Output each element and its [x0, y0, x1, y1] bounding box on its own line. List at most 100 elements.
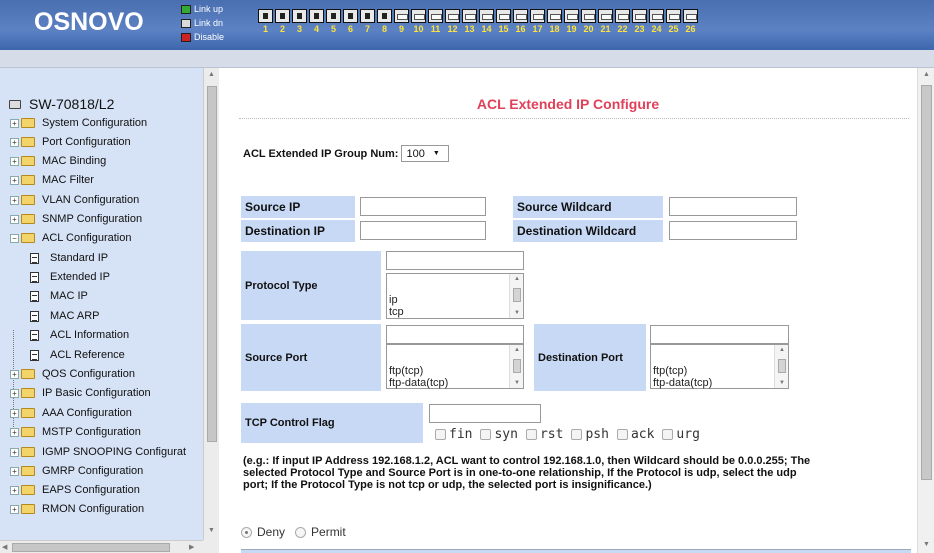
sidebar-item[interactable]: + GMRP Configuration [10, 462, 143, 480]
checkbox[interactable] [571, 429, 583, 440]
scroll-up-icon[interactable]: ▲ [208, 71, 215, 78]
expand-icon[interactable]: + [10, 214, 19, 224]
group-num-select[interactable]: 100 ▼ [401, 145, 450, 162]
checkbox[interactable] [525, 429, 537, 440]
sidebar-item[interactable]: + MSTP Configuration [10, 423, 141, 441]
sidebar-item[interactable]: + MAC Filter [10, 171, 94, 189]
port-19[interactable]: 19 [564, 9, 579, 34]
destination-port-option[interactable]: ftp(tcp) [653, 365, 687, 377]
expand-icon[interactable]: + [10, 369, 19, 379]
expand-icon[interactable]: + [10, 447, 19, 457]
tcp-flag-fin[interactable]: fin [435, 427, 472, 442]
expand-icon[interactable]: + [10, 466, 19, 476]
port-12[interactable]: 12 [445, 9, 460, 34]
protocol-option[interactable]: ip [389, 294, 398, 306]
tcp-flag-syn[interactable]: syn [480, 427, 518, 442]
port-7[interactable]: 7 [360, 9, 375, 34]
sidebar-item[interactable]: − ACL Configuration [10, 229, 131, 247]
destination-port-list-thumb[interactable] [778, 359, 786, 373]
sidebar-item[interactable]: + Port Configuration [10, 133, 131, 151]
source-port-option[interactable]: ftp-data(tcp) [389, 377, 448, 389]
scroll-left-icon[interactable]: ◀ [2, 543, 7, 551]
port-8[interactable]: 8 [377, 9, 392, 34]
destination-ip-input[interactable] [360, 221, 486, 240]
scroll-down-icon[interactable]: ▼ [514, 310, 520, 316]
port-10[interactable]: 10 [411, 9, 426, 34]
port-17[interactable]: 17 [530, 9, 545, 34]
port-24[interactable]: 24 [649, 9, 664, 34]
collapse-icon[interactable]: − [10, 233, 19, 243]
source-port-list[interactable]: ftp(tcp) ftp-data(tcp) ▲ ▼ [386, 344, 524, 389]
sidebar-item[interactable]: Standard IP [30, 249, 108, 267]
expand-icon[interactable]: + [10, 137, 19, 147]
deny-radio[interactable] [241, 526, 252, 538]
protocol-type-input[interactable] [386, 251, 524, 270]
port-23[interactable]: 23 [632, 9, 647, 34]
sidebar-horizontal-scrollbar[interactable]: ◀ ▶ [0, 540, 203, 553]
port-22[interactable]: 22 [615, 9, 630, 34]
port-3[interactable]: 3 [292, 9, 307, 34]
permit-radio-option[interactable]: Permit [295, 525, 346, 539]
destination-port-list-scrollbar[interactable]: ▲ ▼ [774, 345, 788, 388]
port-5[interactable]: 5 [326, 9, 341, 34]
main-vertical-scrollbar[interactable]: ▲ ▼ [917, 68, 934, 553]
port-15[interactable]: 15 [496, 9, 511, 34]
scroll-down-icon[interactable]: ▼ [923, 541, 930, 548]
tcp-flag-ack[interactable]: ack [616, 427, 654, 442]
sidebar-item[interactable]: + IP Basic Configuration [10, 384, 151, 402]
protocol-list-scrollbar[interactable]: ▲ ▼ [509, 274, 523, 318]
source-wildcard-input[interactable] [669, 197, 797, 216]
tcp-flag-input[interactable] [429, 404, 541, 423]
sidebar-item[interactable]: + System Configuration [10, 114, 147, 132]
checkbox[interactable] [662, 429, 674, 440]
port-2[interactable]: 2 [275, 9, 290, 34]
port-14[interactable]: 14 [479, 9, 494, 34]
tcp-flag-rst[interactable]: rst [525, 427, 563, 442]
port-11[interactable]: 11 [428, 9, 443, 34]
source-port-list-scrollbar[interactable]: ▲ ▼ [509, 345, 523, 388]
sidebar-item[interactable]: + IGMP SNOOPING Configurat [10, 443, 186, 461]
source-port-option[interactable]: ftp(tcp) [389, 365, 423, 377]
checkbox[interactable] [435, 429, 446, 440]
sidebar-item[interactable]: + VLAN Configuration [10, 191, 139, 209]
sidebar-item[interactable]: + QOS Configuration [10, 365, 135, 383]
checkbox[interactable] [480, 429, 492, 440]
scroll-up-icon[interactable]: ▲ [779, 347, 785, 353]
expand-icon[interactable]: + [10, 118, 19, 128]
scroll-up-icon[interactable]: ▲ [923, 71, 930, 78]
tcp-flag-psh[interactable]: psh [571, 427, 609, 442]
sidebar-item[interactable]: + EAPS Configuration [10, 481, 140, 499]
sidebar-item[interactable]: + MAC Binding [10, 152, 106, 170]
expand-icon[interactable]: + [10, 427, 19, 437]
sidebar-item[interactable]: MAC IP [30, 287, 88, 305]
destination-wildcard-input[interactable] [669, 221, 797, 240]
port-13[interactable]: 13 [462, 9, 477, 34]
scroll-up-icon[interactable]: ▲ [514, 276, 520, 282]
port-20[interactable]: 20 [581, 9, 596, 34]
sidebar-item[interactable]: + SNMP Configuration [10, 210, 142, 228]
source-port-list-thumb[interactable] [513, 359, 521, 373]
sidebar-item[interactable]: ACL Information [30, 326, 129, 344]
port-9[interactable]: 9 [394, 9, 409, 34]
sidebar-scroll-thumb[interactable] [207, 86, 217, 442]
port-4[interactable]: 4 [309, 9, 324, 34]
scroll-down-icon[interactable]: ▼ [779, 380, 785, 386]
tcp-flag-urg[interactable]: urg [662, 427, 700, 442]
scroll-down-icon[interactable]: ▼ [514, 380, 520, 386]
sidebar-hscroll-thumb[interactable] [12, 543, 170, 552]
port-1[interactable]: 1 [258, 9, 273, 34]
sidebar-vertical-scrollbar[interactable]: ▲ ▼ [203, 68, 219, 540]
port-26[interactable]: 26 [683, 9, 698, 34]
port-21[interactable]: 21 [598, 9, 613, 34]
port-6[interactable]: 6 [343, 9, 358, 34]
scroll-up-icon[interactable]: ▲ [514, 347, 520, 353]
expand-icon[interactable]: + [10, 175, 19, 185]
port-25[interactable]: 25 [666, 9, 681, 34]
permit-radio[interactable] [295, 526, 307, 538]
destination-port-option[interactable]: ftp-data(tcp) [653, 377, 712, 389]
sidebar-item[interactable]: ACL Reference [30, 346, 125, 364]
sidebar-item[interactable]: + RMON Configuration [10, 500, 144, 518]
scroll-right-icon[interactable]: ▶ [189, 543, 194, 551]
protocol-list-thumb[interactable] [513, 288, 521, 302]
source-ip-input[interactable] [360, 197, 486, 216]
